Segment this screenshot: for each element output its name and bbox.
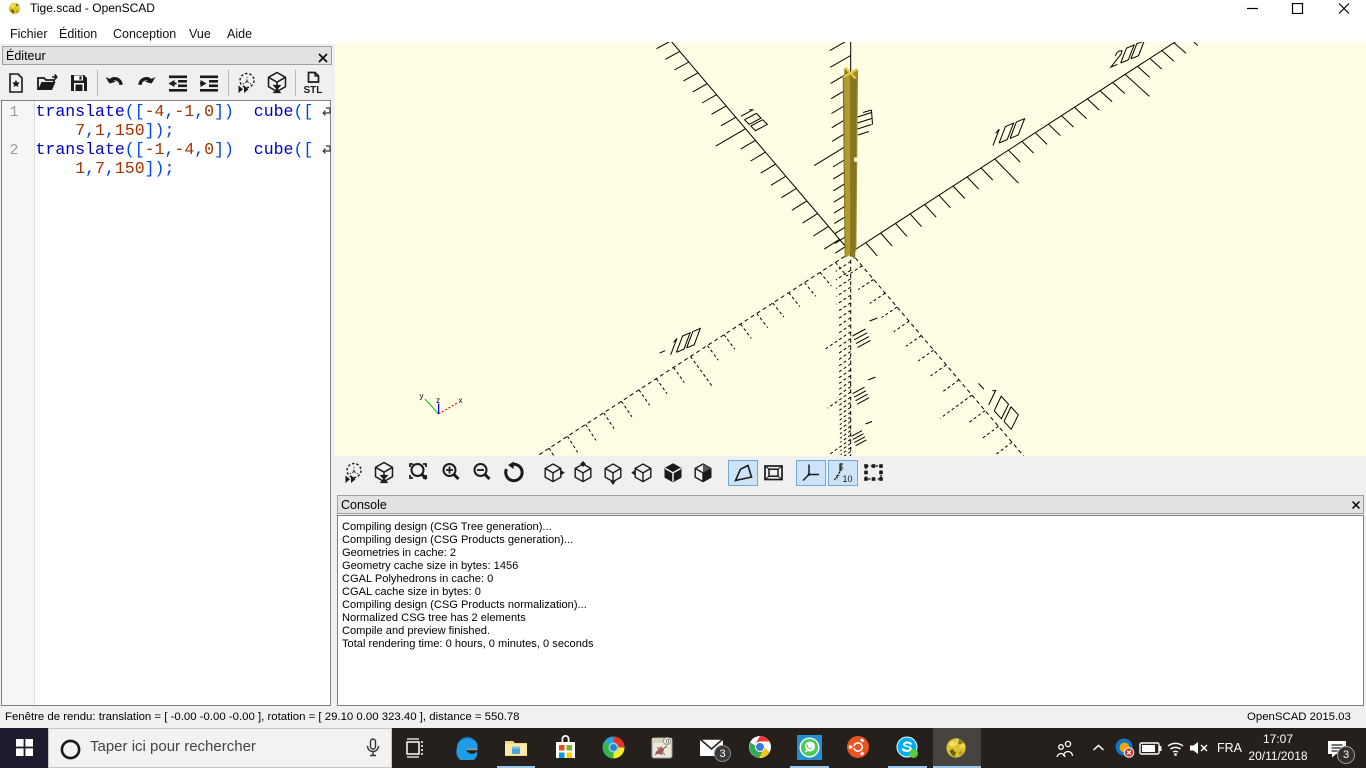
svg-text:y: y bbox=[420, 392, 424, 401]
svg-text:STL: STL bbox=[304, 85, 323, 95]
svg-text:x: x bbox=[459, 396, 463, 405]
svg-text:0: 0 bbox=[666, 738, 670, 745]
svg-text:z: z bbox=[436, 396, 440, 405]
svg-text:10: 10 bbox=[842, 474, 852, 484]
